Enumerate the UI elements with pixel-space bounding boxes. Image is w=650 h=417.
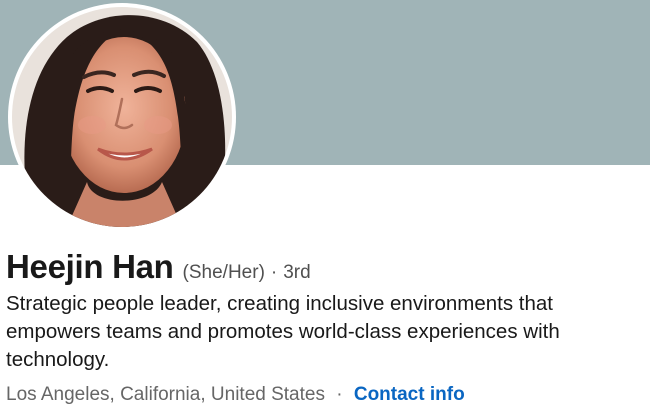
location-separator: ·	[336, 384, 343, 405]
profile-name: Heejin Han	[6, 248, 174, 285]
profile-pronouns: (She/Her)	[182, 262, 265, 283]
profile-photo-image	[12, 7, 232, 227]
profile-name-row: Heejin Han (She/Her) · 3rd	[6, 248, 311, 286]
degree-separator: ·	[270, 262, 278, 283]
location-row: Los Angeles, California, United States ·…	[6, 382, 465, 408]
connection-degree: 3rd	[283, 262, 311, 283]
profile-photo[interactable]	[8, 3, 236, 231]
profile-card: Heejin Han (She/Her) · 3rd Strategic peo…	[0, 0, 650, 417]
profile-location: Los Angeles, California, United States	[6, 384, 325, 405]
contact-info-link[interactable]: Contact info	[354, 384, 465, 405]
profile-headline: Strategic people leader, creating inclus…	[6, 292, 560, 371]
